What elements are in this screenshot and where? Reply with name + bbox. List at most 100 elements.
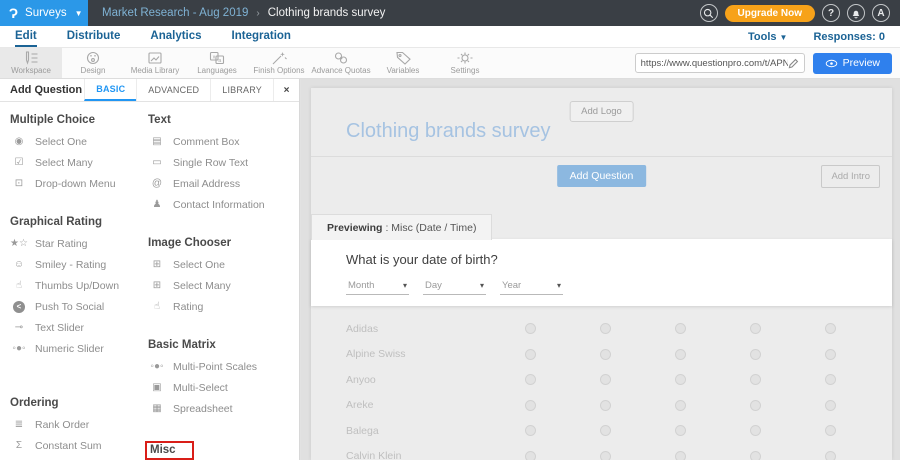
day-select[interactable]: Day ▾ bbox=[423, 279, 486, 295]
breadcrumb: Market Research - Aug 2019 › Clothing br… bbox=[102, 7, 385, 19]
qtype-thumbs-up-down[interactable]: ☝ Thumbs Up/Down bbox=[10, 275, 148, 296]
matrix-row: Areke bbox=[311, 393, 892, 419]
toolbar-workspace[interactable]: Workspace bbox=[0, 48, 62, 78]
add-question-button[interactable]: Add Question bbox=[557, 165, 647, 187]
toolbar-languages[interactable]: xa Languages bbox=[186, 48, 248, 78]
surveys-product-menu[interactable]: Ɂ Surveys ▼ bbox=[0, 0, 88, 26]
qtype-rank-order[interactable]: ≣ Rank Order bbox=[10, 414, 148, 435]
qtype-dropdown-menu[interactable]: ⊡ Drop-down Menu bbox=[10, 173, 148, 194]
radio-button[interactable] bbox=[525, 400, 536, 411]
qtype-image-select-one[interactable]: ⊞ Select One bbox=[148, 254, 298, 275]
radio-button[interactable] bbox=[825, 349, 836, 360]
qtype-multi-select[interactable]: ▣ Multi-Select bbox=[148, 377, 298, 398]
tab-advanced[interactable]: ADVANCED bbox=[136, 79, 210, 101]
matrix-row: Adidas bbox=[311, 316, 892, 342]
toolbar-design[interactable]: Design bbox=[62, 48, 124, 78]
qtype-star-rating[interactable]: ★☆ Star Rating bbox=[10, 233, 148, 254]
toolbar-settings[interactable]: Settings bbox=[434, 48, 496, 78]
radio-button[interactable] bbox=[600, 425, 611, 436]
qtype-contact-information[interactable]: ♟ Contact Information bbox=[148, 194, 298, 215]
qtype-select-many[interactable]: ☑ Select Many bbox=[10, 152, 148, 173]
brand-label: Alpine Swiss bbox=[346, 348, 493, 360]
qtype-spreadsheet[interactable]: ▦ Spreadsheet bbox=[148, 398, 298, 419]
radio-button[interactable] bbox=[600, 374, 611, 385]
search-button[interactable] bbox=[700, 4, 718, 22]
tag-icon bbox=[394, 51, 412, 65]
qtype-numeric-slider[interactable]: ◦●◦ Numeric Slider bbox=[10, 338, 148, 359]
qtype-drag-and-drop[interactable]: ☞ Drag and Drop bbox=[10, 456, 148, 460]
qtype-select-one[interactable]: ◉ Select One bbox=[10, 131, 148, 152]
add-intro-button[interactable]: Add Intro bbox=[821, 165, 880, 188]
radio-button[interactable] bbox=[675, 425, 686, 436]
preview-button[interactable]: Preview bbox=[813, 53, 892, 74]
month-select[interactable]: Month ▾ bbox=[346, 279, 409, 295]
radio-button[interactable] bbox=[600, 323, 611, 334]
responses-count[interactable]: Responses: 0 bbox=[813, 31, 885, 43]
radio-button[interactable] bbox=[825, 425, 836, 436]
radio-button[interactable] bbox=[675, 323, 686, 334]
radio-button[interactable] bbox=[750, 349, 761, 360]
qtype-push-to-social[interactable]: < Push To Social bbox=[10, 296, 148, 317]
radio-button[interactable] bbox=[525, 451, 536, 460]
radio-button[interactable] bbox=[825, 374, 836, 385]
help-button[interactable]: ? bbox=[822, 4, 840, 22]
qtype-image-select-many[interactable]: ⊞ Select Many bbox=[148, 275, 298, 296]
tab-distribute[interactable]: Distribute bbox=[67, 26, 121, 47]
toolbar-advance-quotas[interactable]: Advance Quotas bbox=[310, 48, 372, 78]
radio-button[interactable] bbox=[675, 349, 686, 360]
add-logo-button[interactable]: Add Logo bbox=[569, 101, 634, 122]
radio-button[interactable] bbox=[675, 400, 686, 411]
chevron-down-icon: ▼ bbox=[75, 9, 83, 18]
breadcrumb-folder[interactable]: Market Research - Aug 2019 bbox=[102, 7, 248, 19]
notifications-button[interactable] bbox=[847, 4, 865, 22]
qtype-text-slider[interactable]: ⊸ Text Slider bbox=[10, 317, 148, 338]
qtype-email-address[interactable]: @ Email Address bbox=[148, 173, 298, 194]
survey-title[interactable]: Clothing brands survey bbox=[346, 120, 551, 143]
qtype-image-rating[interactable]: ☝ Rating bbox=[148, 296, 298, 317]
radio-button[interactable] bbox=[825, 400, 836, 411]
tools-menu[interactable]: Tools▼ bbox=[748, 31, 787, 43]
radio-button[interactable] bbox=[750, 400, 761, 411]
qtype-constant-sum[interactable]: Σ Constant Sum bbox=[10, 435, 148, 456]
survey-url-input[interactable] bbox=[641, 58, 788, 69]
tab-integration[interactable]: Integration bbox=[232, 26, 291, 47]
account-avatar[interactable]: A bbox=[872, 4, 890, 22]
image-icon bbox=[146, 51, 164, 65]
tab-edit[interactable]: Edit bbox=[15, 26, 37, 47]
edit-url-button[interactable] bbox=[788, 58, 799, 69]
radio-button[interactable] bbox=[675, 451, 686, 460]
toolbar-finish-options[interactable]: Finish Options bbox=[248, 48, 310, 78]
tab-analytics[interactable]: Analytics bbox=[150, 26, 201, 47]
radio-button[interactable] bbox=[750, 451, 761, 460]
toolbar-media-library[interactable]: Media Library bbox=[124, 48, 186, 78]
radio-button[interactable] bbox=[825, 323, 836, 334]
qtype-single-row-text[interactable]: ▭ Single Row Text bbox=[148, 152, 298, 173]
radio-button[interactable] bbox=[750, 425, 761, 436]
radio-button[interactable] bbox=[675, 374, 686, 385]
survey-editor-main: Add Logo Clothing brands survey Add Ques… bbox=[301, 79, 900, 460]
radio-button[interactable] bbox=[600, 349, 611, 360]
radio-button[interactable] bbox=[750, 374, 761, 385]
numbered-list-icon: ≣ bbox=[10, 420, 28, 430]
radio-button[interactable] bbox=[600, 400, 611, 411]
qtype-comment-box[interactable]: ▤ Comment Box bbox=[148, 131, 298, 152]
close-panel-button[interactable]: × bbox=[273, 79, 299, 101]
qtype-smiley-rating[interactable]: ☺ Smiley - Rating bbox=[10, 254, 148, 275]
qtype-multi-point-scales[interactable]: ◦●◦ Multi-Point Scales bbox=[148, 356, 298, 377]
tab-basic[interactable]: BASIC bbox=[84, 79, 136, 101]
section-text: Text bbox=[148, 114, 298, 126]
year-select[interactable]: Year ▾ bbox=[500, 279, 563, 295]
radio-button[interactable] bbox=[525, 374, 536, 385]
tab-library[interactable]: LIBRARY bbox=[210, 79, 273, 101]
radio-button[interactable] bbox=[525, 323, 536, 334]
matrix-row: Calvin Klein bbox=[311, 444, 892, 460]
toolbar-variables[interactable]: Variables bbox=[372, 48, 434, 78]
radio-button[interactable] bbox=[525, 425, 536, 436]
upgrade-now-button[interactable]: Upgrade Now bbox=[725, 5, 815, 22]
top-bar: Ɂ Surveys ▼ Market Research - Aug 2019 ›… bbox=[0, 0, 900, 26]
radio-button[interactable] bbox=[825, 451, 836, 460]
radio-button[interactable] bbox=[750, 323, 761, 334]
radio-button[interactable] bbox=[600, 451, 611, 460]
previewing-tab: Previewing : Misc (Date / Time) bbox=[311, 214, 492, 240]
radio-button[interactable] bbox=[525, 349, 536, 360]
